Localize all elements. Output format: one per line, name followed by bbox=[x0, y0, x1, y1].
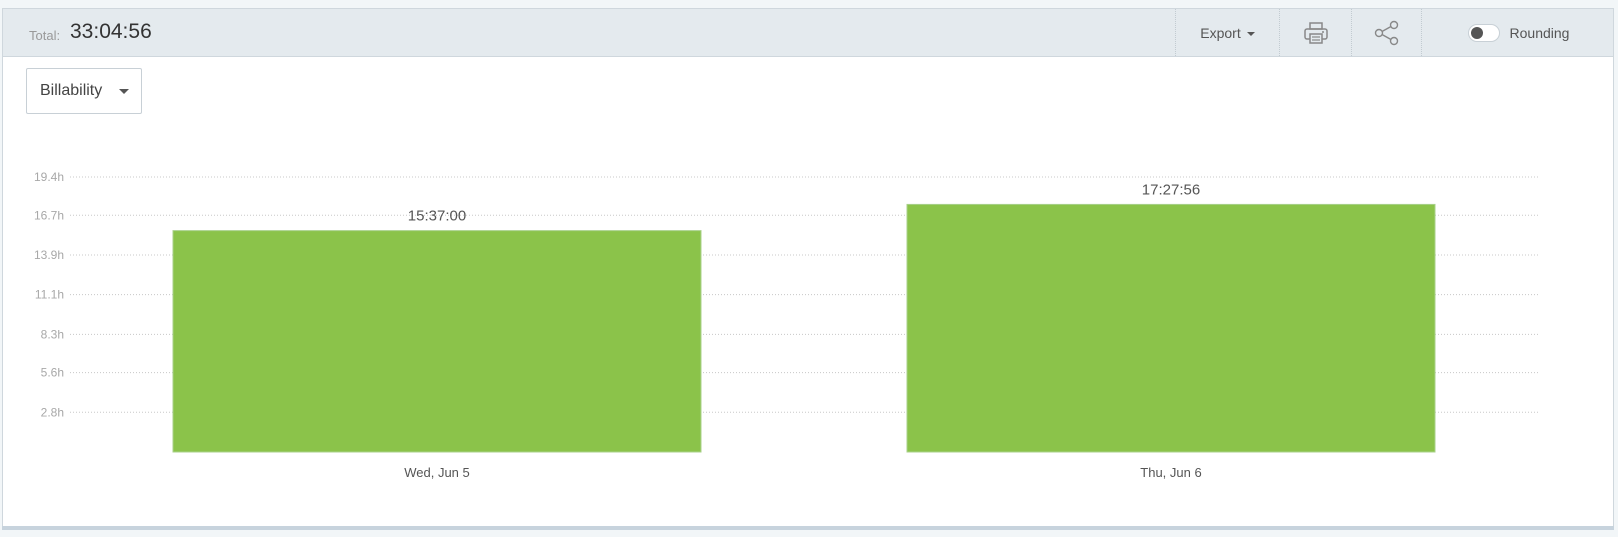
bar-value-label: 15:37:00 bbox=[408, 208, 466, 225]
y-tick-label: 5.6h bbox=[41, 366, 64, 380]
y-tick-label: 2.8h bbox=[41, 405, 64, 419]
x-category-label: Wed, Jun 5 bbox=[404, 465, 470, 480]
y-tick-label: 16.7h bbox=[34, 208, 64, 222]
y-tick-label: 13.9h bbox=[34, 248, 64, 262]
bar-value-label: 17:27:56 bbox=[1142, 181, 1200, 198]
x-category-label: Thu, Jun 6 bbox=[1140, 465, 1201, 480]
y-tick-label: 19.4h bbox=[34, 170, 64, 184]
y-tick-label: 11.1h bbox=[35, 288, 64, 302]
bar bbox=[172, 230, 702, 453]
panel-bottom-border bbox=[2, 526, 1614, 530]
billability-bar-chart: 2.8h 5.6h 8.3h 11.1h 13.9h 16.7h 19.4h 15:37:00… bbox=[34, 170, 1538, 480]
y-tick-label: 8.3h bbox=[41, 327, 64, 341]
bar bbox=[906, 203, 1436, 453]
